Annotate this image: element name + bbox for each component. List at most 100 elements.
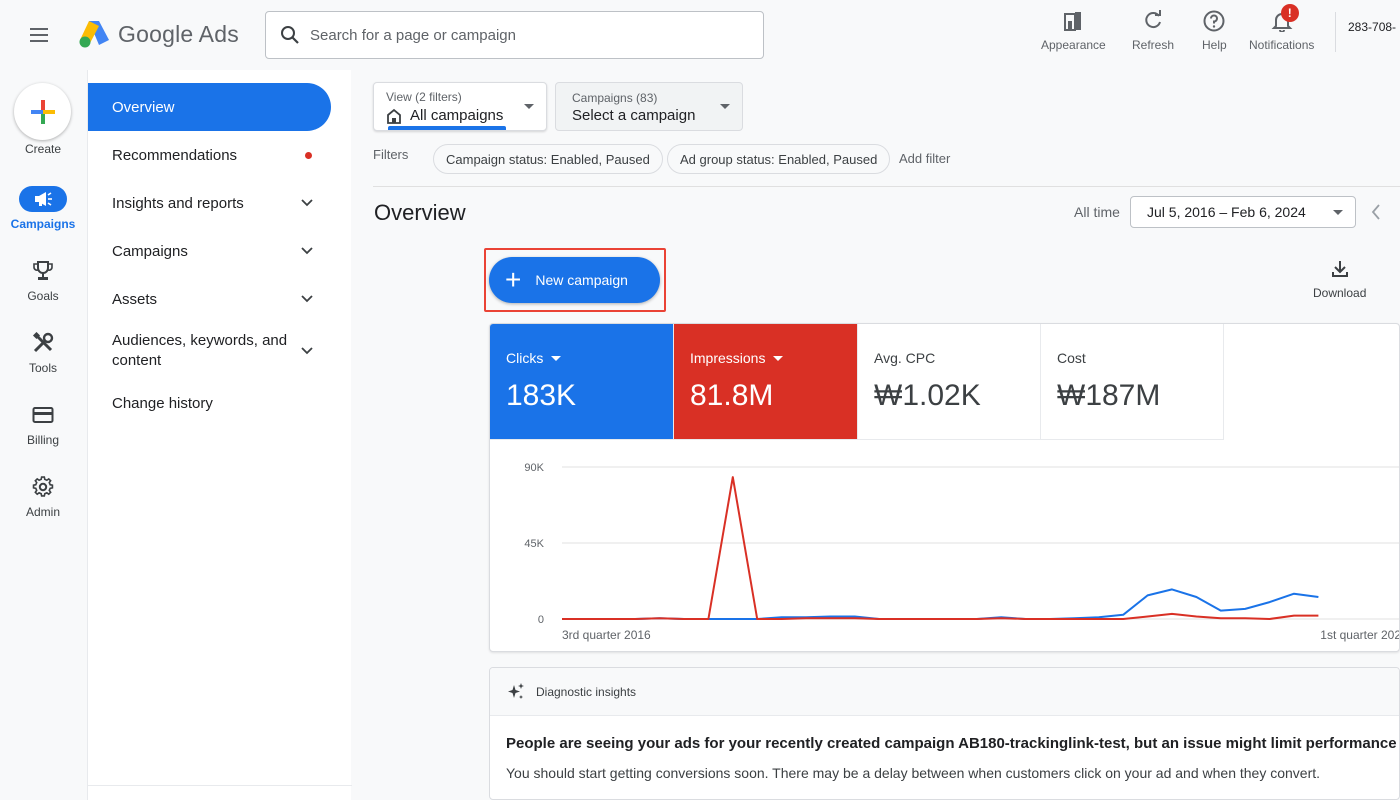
refresh-icon: [1145, 10, 1162, 29]
metric-dropdown-caret-icon[interactable]: [773, 355, 784, 361]
app-name: Google Ads: [118, 20, 239, 47]
search-input[interactable]: [310, 26, 730, 44]
left-rail: Create Campaigns Goals Tools Billing Adm…: [0, 70, 86, 800]
nav-item-label: Recommendations: [112, 146, 238, 164]
tools-icon: [32, 332, 54, 353]
metric-value: 183K: [506, 379, 577, 412]
rail-item-goals[interactable]: Goals: [0, 258, 86, 303]
nav-item-overview[interactable]: Overview: [88, 83, 331, 131]
date-range-value: Jul 5, 2016 – Feb 6, 2024: [1147, 204, 1306, 220]
metric-dropdown-caret-icon[interactable]: [551, 355, 562, 361]
plus-icon: +: [505, 264, 522, 295]
rail-item-campaigns[interactable]: Campaigns: [0, 186, 86, 231]
nav-item-campaigns[interactable]: Campaigns: [88, 227, 332, 275]
create-plus-icon: [30, 99, 55, 124]
refresh-button[interactable]: Refresh: [1132, 8, 1174, 52]
rail-item-tools[interactable]: Tools: [0, 330, 86, 375]
refresh-label: Refresh: [1132, 38, 1175, 52]
metric-label: Impressions: [690, 350, 766, 366]
download-button[interactable]: Download: [1313, 260, 1366, 300]
series-line-clicks: [562, 588, 1319, 620]
new-campaign-button[interactable]: + New campaign: [489, 257, 660, 303]
campaigns-rail-label: Campaigns: [10, 217, 76, 231]
nav-item-change-history[interactable]: Change history: [88, 379, 332, 427]
goals-label: Goals: [27, 289, 59, 303]
diagnostic-insights-title: Diagnostic insights: [536, 684, 637, 699]
chevron-left-icon: [1371, 204, 1380, 220]
campaign-dropdown-caption: Campaigns (83): [572, 91, 658, 105]
notifications-button[interactable]: ! Notifications: [1249, 4, 1314, 52]
view-dropdown-caption: View (2 filters): [386, 90, 462, 104]
rail-item-billing[interactable]: Billing: [0, 402, 86, 447]
view-dropdown-indicator: [388, 126, 506, 130]
create-button[interactable]: [14, 83, 71, 140]
billing-label: Billing: [26, 433, 59, 447]
previous-period-button[interactable]: [1366, 200, 1386, 224]
recommendations-dot: [305, 151, 312, 159]
filter-chip-campaign-status[interactable]: Campaign status: Enabled, Paused: [433, 144, 663, 174]
page-title: Overview: [374, 200, 466, 225]
x-tick-label: 1st quarter 202: [1320, 628, 1400, 642]
y-tick-label: 45K: [524, 538, 544, 550]
sidenav-divider: [88, 785, 352, 786]
campaign-dropdown-value: Select a campaign: [572, 107, 696, 124]
main-content: View (2 filters) All campaigns Campaigns…: [351, 70, 1400, 800]
metric-card-avg-cpc[interactable]: Avg. CPC ₩1.02K: [858, 324, 1041, 440]
metric-value: ₩187M: [1057, 379, 1161, 412]
nav-item-recommendations[interactable]: Recommendations: [88, 131, 332, 179]
rail-create-label-wrap[interactable]: Create: [0, 142, 86, 156]
download-icon: [1331, 261, 1348, 277]
account-id[interactable]: 283-708-: [1348, 20, 1396, 34]
filter-chip-ad-group-status[interactable]: Ad group status: Enabled, Paused: [667, 144, 891, 174]
create-label: Create: [24, 142, 62, 156]
side-nav: Overview Recommendations Insights and re…: [87, 70, 352, 800]
new-campaign-label: New campaign: [535, 272, 628, 288]
download-label: Download: [1313, 286, 1367, 300]
nav-item-insights-and-reports[interactable]: Insights and reports: [88, 179, 332, 227]
view-filter-dropdown[interactable]: View (2 filters) All campaigns: [373, 82, 547, 131]
filters-label: Filters: [373, 147, 409, 162]
search-icon: [281, 26, 299, 44]
chevron-down-icon: [300, 244, 314, 258]
rail-item-admin[interactable]: Admin: [0, 474, 86, 519]
performance-card: Clicks 183K Impressions 81.8M Avg. CPC ₩…: [489, 323, 1400, 652]
metric-label: Clicks: [506, 350, 544, 366]
y-tick-label: 90K: [524, 462, 544, 474]
series-line-impressions: [562, 476, 1319, 620]
appearance-icon: [1064, 12, 1082, 31]
help-button[interactable]: Help: [1202, 8, 1227, 52]
metric-value: 81.8M: [690, 379, 774, 412]
nav-item-label: Change history: [112, 394, 213, 412]
chevron-down-icon: [300, 344, 314, 358]
campaign-selector-dropdown[interactable]: Campaigns (83) Select a campaign: [555, 82, 743, 131]
metric-card-clicks[interactable]: Clicks 183K: [490, 324, 674, 440]
metric-card-cost[interactable]: Cost ₩187M: [1041, 324, 1224, 440]
trophy-icon: [33, 261, 53, 280]
date-range-label: All time: [1074, 204, 1120, 220]
add-filter-link[interactable]: Add filter: [899, 151, 950, 166]
appearance-button[interactable]: Appearance: [1041, 8, 1106, 52]
main-menu-button[interactable]: [30, 24, 56, 46]
home-icon: [387, 108, 401, 124]
credit-card-icon: [32, 407, 54, 423]
tools-label: Tools: [28, 361, 57, 375]
metric-value: ₩1.02K: [874, 379, 981, 412]
search-box[interactable]: [265, 11, 764, 59]
google-ads-logo[interactable]: Google Ads: [78, 19, 239, 49]
notification-badge: !: [1280, 4, 1299, 22]
campaigns-active-pill: [19, 186, 67, 212]
chevron-down-icon: [300, 292, 314, 306]
admin-label: Admin: [25, 505, 60, 519]
sparkle-icon: [508, 682, 524, 699]
nav-item-assets[interactable]: Assets: [88, 275, 332, 323]
diagnostic-message-title: People are seeing your ads for your rece…: [506, 735, 1397, 752]
gear-icon: [32, 476, 54, 497]
metric-label: Cost: [1057, 350, 1086, 366]
nav-item-label: Campaigns: [112, 242, 188, 260]
y-tick-label: 0: [538, 614, 544, 626]
date-range-picker[interactable]: Jul 5, 2016 – Feb 6, 2024: [1130, 196, 1356, 228]
diagnostic-message-description: You should start getting conversions soo…: [506, 765, 1321, 781]
metric-card-impressions[interactable]: Impressions 81.8M: [674, 324, 858, 440]
top-bar: Google Ads Appearance Refresh: [0, 0, 1400, 70]
nav-item-audiences-keywords-content[interactable]: Audiences, keywords, and content: [88, 323, 332, 379]
